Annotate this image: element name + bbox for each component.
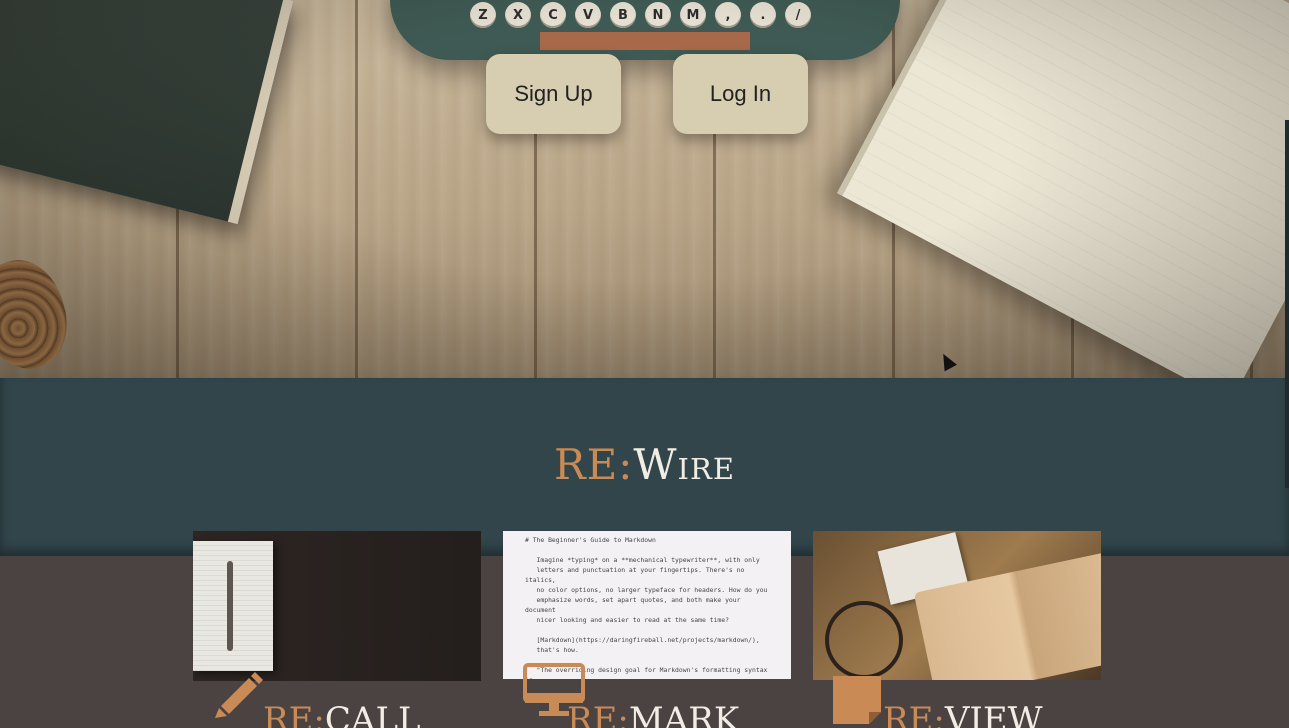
typewriter-key: Z [470,2,496,28]
review-card-image[interactable] [813,531,1101,680]
feature-name: VIEW [944,700,1043,728]
typewriter-plate [540,32,750,50]
hero-pinecone-image [0,248,82,378]
scrollbar[interactable] [1285,120,1289,488]
typewriter-keys: Z X C V B N M , . / [470,2,811,28]
feature-name: MARK [628,700,740,728]
pen-graphic [227,561,233,651]
markdown-preview-text: # The Beginner's Guide to Markdown Imagi… [525,536,768,679]
feature-prefix: RE: [567,700,629,728]
typewriter-key: X [505,2,531,28]
feature-title-recall: RE:CALL [263,700,421,728]
typewriter-key: M [680,2,706,28]
brand-title: RE:Wire [0,440,1289,489]
landing-page: Z X C V B N M , . / Sign Up Log In RE:Wi… [0,0,1289,728]
feature-title-review: RE:VIEW [883,700,1043,728]
signup-button[interactable]: Sign Up [486,54,621,134]
brand-prefix: RE: [553,440,634,489]
glasses-graphic [825,601,903,679]
notepad-graphic [193,541,273,671]
recall-card-image[interactable] [193,531,481,681]
feature-title-remark: RE:MARK [567,700,739,728]
pencil-icon [215,672,263,718]
hero-notebook-image [836,0,1289,378]
login-button[interactable]: Log In [673,54,808,134]
typewriter-key: , [715,2,741,28]
brand-name: Wire [633,440,736,489]
hero-book-image [0,0,294,225]
auth-buttons: Sign Up Log In [486,54,808,134]
typewriter-key: / [785,2,811,28]
feature-name: CALL [324,700,421,728]
sticky-note-icon [833,676,881,724]
remark-card-image[interactable]: # The Beginner's Guide to Markdown Imagi… [503,531,791,679]
typewriter-key: V [575,2,601,28]
typewriter-key: . [750,2,776,28]
feature-prefix: RE: [883,700,945,728]
typewriter-key: C [540,2,566,28]
typewriter-key: N [645,2,671,28]
hero-typewriter-image: Z X C V B N M , . / [390,0,900,60]
typewriter-key: B [610,2,636,28]
feature-prefix: RE: [263,700,325,728]
